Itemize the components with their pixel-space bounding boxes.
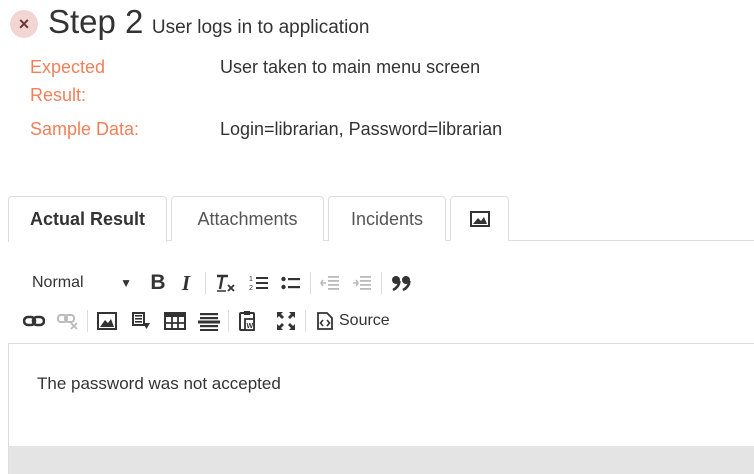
tab-image[interactable] (450, 196, 509, 241)
toolbar-separator (310, 272, 311, 294)
svg-text:1: 1 (249, 276, 253, 283)
insert-table-button[interactable] (161, 307, 189, 335)
italic-button[interactable]: I (172, 269, 200, 297)
chevron-down-icon: ▼ (120, 276, 132, 290)
remove-format-button[interactable] (211, 269, 239, 297)
image-icon (469, 211, 490, 227)
bulleted-list-icon (281, 276, 300, 290)
rich-text-editor[interactable]: The password was not accepted (8, 343, 754, 446)
table-icon (164, 312, 186, 330)
tab-attachments[interactable]: Attachments (171, 196, 324, 241)
toolbar-separator (205, 272, 206, 294)
format-dropdown-value: Normal (32, 274, 84, 291)
indent-icon (353, 276, 371, 290)
expected-result-value: User taken to main menu screen (220, 57, 481, 77)
toolbar-separator (87, 310, 88, 332)
increase-indent-button[interactable] (348, 269, 376, 297)
editor-content[interactable]: The password was not accepted (37, 374, 281, 394)
sample-data-value: Login=librarian, Password=librarian (220, 119, 503, 139)
image-icon (97, 312, 117, 330)
editor-status-bar (8, 446, 754, 474)
source-icon (317, 312, 333, 330)
link-button[interactable] (20, 307, 48, 335)
blockquote-button[interactable] (387, 269, 415, 297)
tab-actual-result[interactable]: Actual Result (8, 196, 167, 242)
unlink-icon (57, 314, 78, 330)
bold-button[interactable]: B (144, 269, 172, 297)
quote-icon (392, 276, 411, 292)
decrease-indent-button[interactable] (316, 269, 344, 297)
numbered-list-button[interactable]: 1 2 (245, 269, 273, 297)
format-dropdown[interactable]: Normal ▼ (20, 274, 144, 292)
paste-icon: W (239, 311, 255, 331)
step-title: Step 2 User logs in to application (48, 3, 369, 41)
bulleted-list-button[interactable] (277, 269, 305, 297)
insert-image-button[interactable] (93, 307, 121, 335)
toolbar-separator (305, 310, 306, 332)
paste-from-word-button[interactable]: W (234, 307, 262, 335)
source-button[interactable]: Source (311, 307, 396, 335)
toolbar-separator (228, 310, 229, 332)
editor-toolbar-row-1: Normal ▼ B I 1 2 (20, 268, 415, 298)
outdent-icon (320, 276, 339, 290)
step-description: User logs in to application (151, 17, 370, 38)
unlink-button[interactable] (54, 307, 82, 335)
editor-toolbar-row-2: W Source (20, 306, 396, 336)
tab-attachments-label: Attachments (197, 208, 298, 229)
numbered-list-icon: 1 2 (249, 276, 268, 292)
tab-incidents-label: Incidents (350, 208, 424, 229)
embed-media-button[interactable] (127, 307, 155, 335)
media-embed-icon (132, 312, 150, 329)
close-step-button[interactable]: × (10, 10, 38, 38)
maximize-button[interactable] (272, 307, 300, 335)
toolbar-separator (381, 272, 382, 294)
close-icon: × (18, 14, 30, 34)
sample-data-label: Sample Data: (30, 119, 140, 139)
horizontal-rule-icon (198, 313, 220, 331)
expected-result-label-line1: Expected (30, 57, 106, 77)
horizontal-rule-button[interactable] (195, 307, 223, 335)
tab-actual-result-label: Actual Result (29, 209, 146, 229)
svg-text:W: W (247, 323, 254, 330)
link-icon (23, 315, 45, 327)
remove-format-icon (217, 274, 235, 292)
expected-result-label: Expected Result: (30, 53, 105, 109)
step-number: Step 2 (48, 3, 144, 40)
expected-result-label-line2: Result: (30, 85, 87, 105)
svg-text:2: 2 (249, 285, 253, 292)
tab-incidents[interactable]: Incidents (328, 196, 446, 241)
maximize-icon (277, 312, 295, 330)
source-button-label: Source (339, 312, 390, 329)
